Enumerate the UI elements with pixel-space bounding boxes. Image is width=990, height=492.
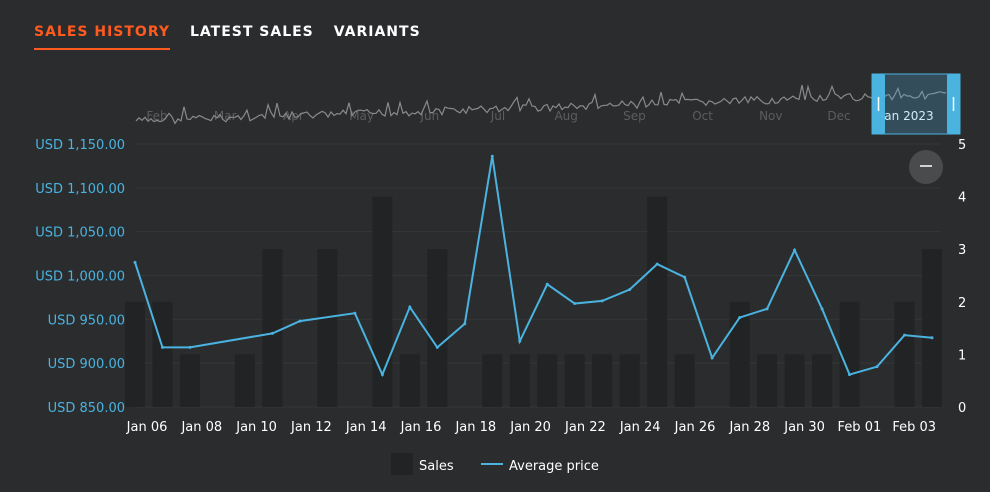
right-axis-tick-label: 1: [958, 348, 966, 363]
navigator-month-label: Jul: [490, 109, 505, 123]
x-axis-tick-label: Jan 22: [564, 420, 606, 435]
price-point[interactable]: [600, 299, 604, 303]
price-point[interactable]: [353, 311, 357, 315]
navigator-month-label: Apr: [283, 109, 304, 123]
navigator[interactable]: FebMarAprMayJunJulAugSepOctNovDecJan 202…: [135, 73, 961, 135]
left-axis-tick-label: USD 950.00: [48, 313, 125, 328]
x-axis-tick-label: Jan 06: [126, 420, 168, 435]
price-point[interactable]: [573, 302, 577, 306]
price-point[interactable]: [380, 373, 384, 377]
sales-bar[interactable]: [757, 354, 778, 407]
price-point[interactable]: [408, 305, 412, 309]
x-axis-tick-label: Jan 14: [345, 420, 387, 435]
price-point[interactable]: [298, 319, 302, 323]
price-point[interactable]: [545, 282, 549, 286]
x-axis-tick-label: Jan 24: [619, 420, 661, 435]
sales-bar[interactable]: [125, 301, 145, 407]
right-axis-tick-label: 0: [958, 401, 966, 416]
x-axis-tick-label: Jan 18: [454, 420, 496, 435]
sales-bar[interactable]: [674, 354, 695, 407]
left-axis-tick-label: USD 850.00: [48, 401, 125, 416]
price-point[interactable]: [903, 333, 907, 337]
sales-bar[interactable]: [509, 354, 530, 407]
sales-bar[interactable]: [152, 301, 173, 407]
sales-bar[interactable]: [812, 354, 833, 407]
right-axis-tick-label: 5: [958, 138, 966, 153]
x-axis-tick-label: Jan 20: [509, 420, 551, 435]
sales-bar[interactable]: [839, 301, 860, 407]
x-axis-tick-label: Jan 16: [400, 420, 442, 435]
x-axis-tick-label: Jan 26: [674, 420, 716, 435]
right-axis-tick-label: 2: [958, 296, 966, 311]
price-point[interactable]: [683, 275, 687, 279]
price-point[interactable]: [930, 336, 934, 340]
sales-bar[interactable]: [647, 196, 668, 407]
price-point[interactable]: [765, 307, 769, 311]
sales-bar[interactable]: [564, 354, 585, 407]
sales-bar[interactable]: [179, 354, 200, 407]
navigator-month-label: Nov: [759, 109, 782, 123]
x-axis-tick-label: Jan 28: [728, 420, 770, 435]
left-axis-tick-label: USD 1,100.00: [35, 182, 125, 197]
price-point[interactable]: [133, 260, 137, 264]
price-point[interactable]: [490, 154, 494, 158]
navigator-month-label: Aug: [554, 109, 577, 123]
x-axis-tick-label: Feb 01: [838, 420, 882, 435]
navigator-month-label: Dec: [827, 109, 850, 123]
price-point[interactable]: [463, 322, 467, 326]
navigator-month-label: Sep: [623, 109, 646, 123]
sales-bar[interactable]: [427, 249, 448, 407]
price-point[interactable]: [628, 288, 632, 292]
price-point[interactable]: [848, 373, 852, 377]
left-axis-tick-label: USD 1,150.00: [35, 138, 125, 153]
sales-bar[interactable]: [262, 249, 283, 407]
price-point[interactable]: [875, 365, 879, 369]
x-axis-tick-label: Jan 12: [290, 420, 332, 435]
price-point[interactable]: [270, 331, 274, 335]
left-axis-tick-label: USD 1,050.00: [35, 226, 125, 241]
x-axis-tick-label: Feb 03: [892, 420, 936, 435]
price-point[interactable]: [820, 307, 824, 311]
average-price-line[interactable]: [134, 156, 933, 378]
sales-bar[interactable]: [482, 354, 503, 407]
price-point[interactable]: [188, 345, 192, 349]
navigator-month-label: May: [349, 109, 374, 123]
legend-sales-swatch: [391, 453, 413, 475]
price-point[interactable]: [738, 316, 742, 320]
right-axis-tick-label: 3: [958, 243, 966, 258]
sales-bar[interactable]: [619, 354, 640, 407]
price-point[interactable]: [518, 339, 522, 343]
sales-bar[interactable]: [922, 249, 942, 407]
navigator-selection[interactable]: [871, 73, 961, 135]
sales-bar[interactable]: [234, 354, 255, 407]
sales-bar[interactable]: [399, 354, 420, 407]
sales-bar[interactable]: [537, 354, 558, 407]
right-axis-tick-label: 4: [958, 191, 966, 206]
left-axis-tick-label: USD 900.00: [48, 357, 125, 372]
price-point[interactable]: [655, 262, 659, 266]
left-axis-tick-label: USD 1,000.00: [35, 270, 125, 285]
x-axis-tick-label: Jan 30: [783, 420, 825, 435]
navigator-month-label: Oct: [692, 109, 713, 123]
price-point[interactable]: [435, 345, 439, 349]
legend[interactable]: Sales Average price: [391, 453, 599, 475]
x-axis-tick-label: Jan 10: [235, 420, 277, 435]
legend-price-label[interactable]: Average price: [509, 459, 599, 474]
zoom-out-button[interactable]: [909, 150, 943, 184]
legend-sales-label[interactable]: Sales: [419, 459, 454, 474]
navigator-sparkline: [135, 84, 947, 125]
sales-bar[interactable]: [894, 301, 915, 407]
price-point[interactable]: [710, 356, 714, 360]
sales-bar[interactable]: [784, 354, 805, 407]
sales-history-chart: FebMarAprMayJunJulAugSepOctNovDecJan 202…: [35, 73, 966, 475]
sales-bar[interactable]: [317, 249, 338, 407]
price-point[interactable]: [793, 248, 797, 252]
sales-bar[interactable]: [592, 354, 613, 407]
x-axis-tick-label: Jan 08: [180, 420, 222, 435]
price-point[interactable]: [160, 345, 164, 349]
